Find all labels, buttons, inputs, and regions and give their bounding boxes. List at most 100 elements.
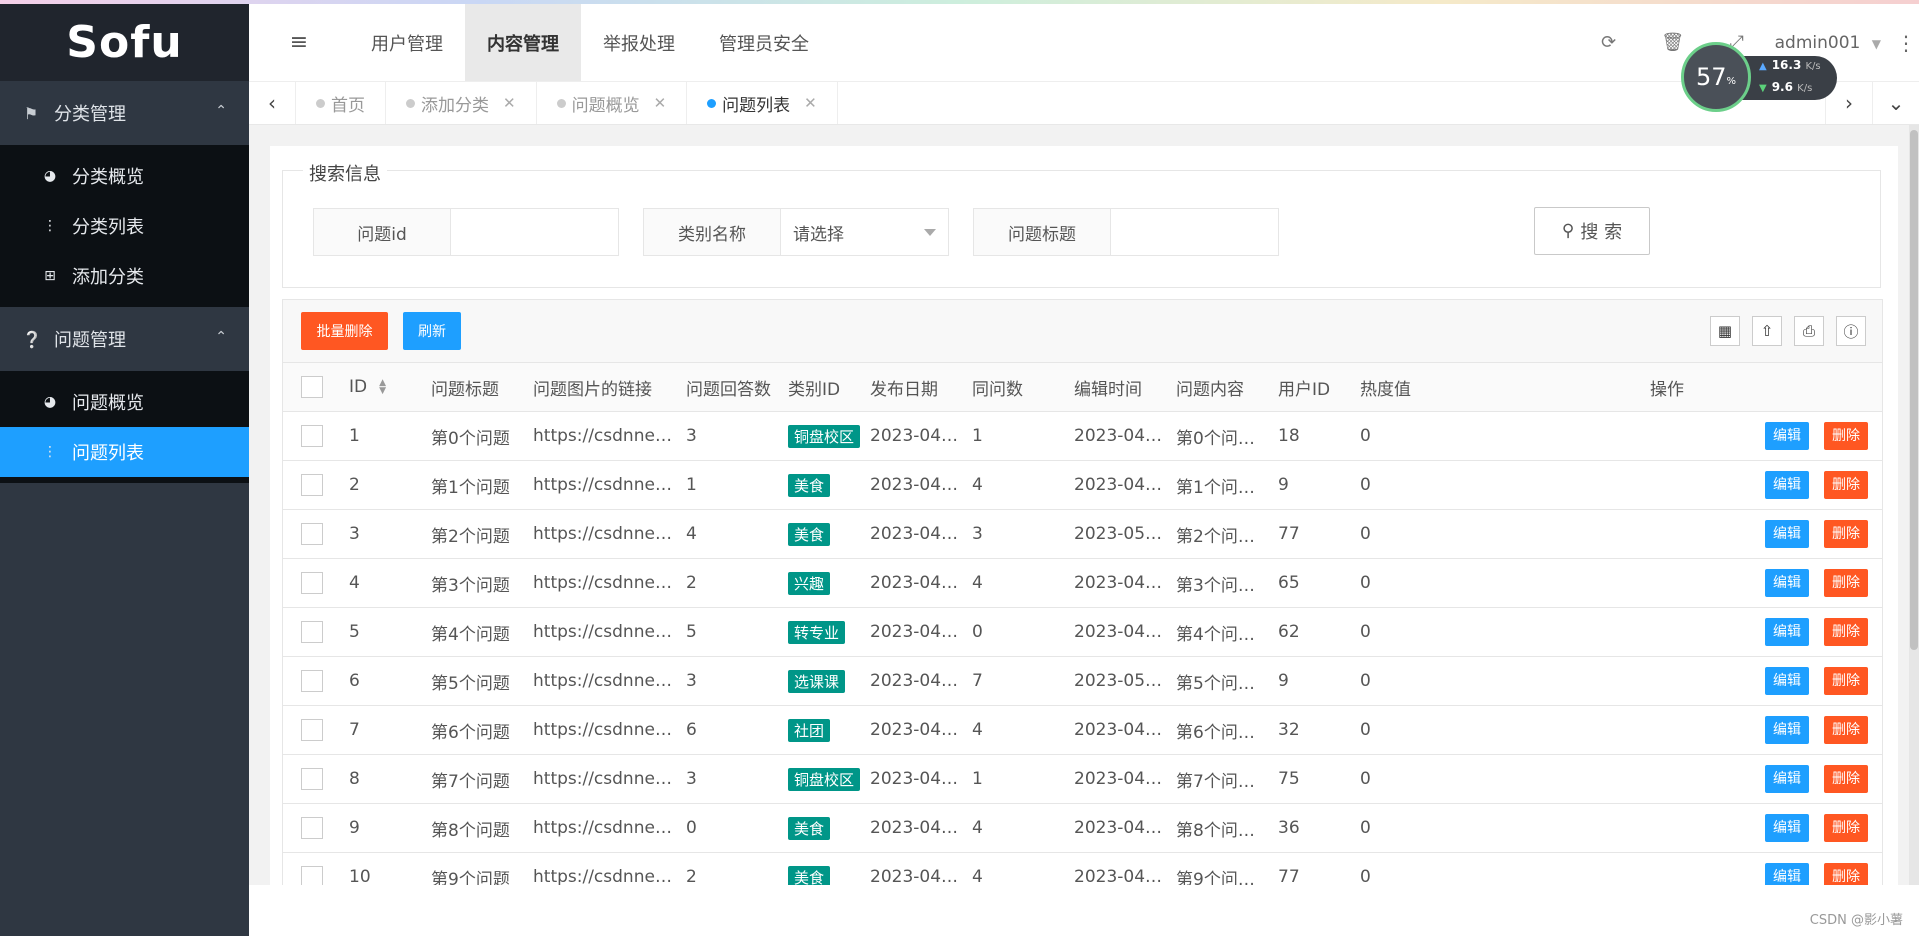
refresh-icon[interactable]: ⟳ — [1577, 32, 1641, 53]
checkbox[interactable] — [301, 817, 323, 839]
top-nav-content-management[interactable]: 内容管理 — [465, 4, 581, 81]
row-select[interactable] — [283, 705, 339, 755]
edit-button[interactable]: 编辑 — [1765, 471, 1809, 499]
cell-heat: 0 — [1350, 803, 1452, 853]
category-name-label: 类别名称 — [644, 209, 781, 255]
sidebar-item-question-list[interactable]: ⋮ 问题列表 — [0, 427, 249, 477]
edit-button[interactable]: 编辑 — [1765, 765, 1809, 793]
column-header-actions: 操作 — [1452, 363, 1882, 412]
row-select[interactable] — [283, 411, 339, 461]
edit-button[interactable]: 编辑 — [1765, 520, 1809, 548]
network-speed-widget[interactable]: 57% ▲ 16.3 K/s ▼ 9.6 K/s — [1681, 42, 1839, 114]
edit-button[interactable]: 编辑 — [1765, 569, 1809, 597]
tab-question-list[interactable]: 问题列表 ✕ — [687, 82, 838, 124]
edit-button[interactable]: 编辑 — [1765, 716, 1809, 744]
row-select[interactable] — [283, 803, 339, 853]
question-id-input[interactable] — [451, 209, 618, 255]
top-header: ≡ 用户管理 内容管理 举报处理 管理员安全 ⟳ 🗑 ⤢ admin001 ▼ … — [249, 4, 1919, 82]
print-icon[interactable]: ⎙ — [1794, 316, 1824, 346]
cell-content: 第2个问题内容 — [1166, 509, 1268, 559]
checkbox[interactable] — [301, 425, 323, 447]
delete-button[interactable]: 删除 — [1824, 618, 1868, 646]
menu-toggle-icon[interactable]: ≡ — [249, 30, 349, 55]
edit-button[interactable]: 编辑 — [1765, 618, 1809, 646]
row-select[interactable] — [283, 558, 339, 608]
export-icon[interactable]: ⇧ — [1752, 316, 1782, 346]
cell-id: 6 — [339, 656, 421, 706]
category-select[interactable]: 请选择 — [781, 209, 948, 255]
delete-button[interactable]: 删除 — [1824, 765, 1868, 793]
delete-button[interactable]: 删除 — [1824, 569, 1868, 597]
refresh-button[interactable]: 刷新 — [403, 312, 461, 350]
checkbox[interactable] — [301, 768, 323, 790]
columns-filter-icon[interactable]: ▦ — [1710, 316, 1740, 346]
cell-id: 3 — [339, 509, 421, 559]
footer: CSDN @影小薯 — [249, 885, 1919, 936]
close-icon[interactable]: ✕ — [503, 94, 516, 112]
delete-button[interactable]: 删除 — [1824, 422, 1868, 450]
header-select-all[interactable] — [283, 363, 339, 412]
row-select[interactable] — [283, 656, 339, 706]
sidebar-item-question-overview[interactable]: ◕ 问题概览 — [0, 377, 249, 427]
info-icon[interactable]: ⓘ — [1836, 316, 1866, 346]
category-tag: 美食 — [788, 522, 831, 546]
delete-button[interactable]: 删除 — [1824, 471, 1868, 499]
row-select[interactable] — [283, 607, 339, 657]
cell-content: 第0个问题内容 — [1166, 411, 1268, 461]
top-nav-admin-security[interactable]: 管理员安全 — [697, 4, 831, 81]
edit-button[interactable]: 编辑 — [1765, 667, 1809, 695]
cell-title: 第3个问题 — [421, 558, 523, 608]
checkbox[interactable] — [301, 376, 323, 398]
sidebar-item-category-list[interactable]: ⋮ 分类列表 — [0, 201, 249, 251]
column-header-heat: 热度值 — [1350, 363, 1452, 412]
row-select[interactable] — [283, 754, 339, 804]
delete-button[interactable]: 删除 — [1824, 716, 1868, 744]
close-icon[interactable]: ✕ — [654, 94, 667, 112]
delete-button[interactable]: 删除 — [1824, 814, 1868, 842]
tabs-scroll-left-icon[interactable]: ‹ — [249, 82, 296, 124]
cell-date: 2023-04-01 — [860, 509, 962, 559]
checkbox[interactable] — [301, 523, 323, 545]
sidebar-item-add-category[interactable]: ⊞ 添加分类 — [0, 251, 249, 301]
cell-link: https://csdnnews.blob.core — [523, 460, 676, 510]
checkbox[interactable] — [301, 670, 323, 692]
top-nav-report-handling[interactable]: 举报处理 — [581, 4, 697, 81]
sidebar-group-question[interactable]: ❔ 问题管理 ⌃ — [0, 307, 249, 371]
sort-icon[interactable]: ▲ ▼ — [379, 379, 386, 396]
top-nav-user-management[interactable]: 用户管理 — [349, 4, 465, 81]
more-vertical-icon[interactable]: ⋮ — [1893, 31, 1919, 55]
page-scrollbar-thumb[interactable] — [1910, 130, 1918, 650]
cell-id: 8 — [339, 754, 421, 804]
tab-add-category[interactable]: 添加分类 ✕ — [386, 82, 537, 124]
column-header-id[interactable]: ID ▲ ▼ — [339, 363, 421, 412]
question-title-input[interactable] — [1111, 209, 1278, 255]
sidebar-group-label: 分类管理 — [54, 104, 126, 125]
delete-button[interactable]: 删除 — [1824, 667, 1868, 695]
cell-same: 0 — [962, 607, 1064, 657]
cell-user: 9 — [1268, 656, 1350, 706]
question-id-field: 问题id — [313, 208, 619, 256]
row-select[interactable] — [283, 509, 339, 559]
tab-question-overview[interactable]: 问题概览 ✕ — [537, 82, 688, 124]
sidebar-group-category[interactable]: ⚑ 分类管理 ⌃ — [0, 81, 249, 145]
category-tag: 兴趣 — [788, 571, 831, 595]
search-button[interactable]: ⚲ 搜 索 — [1534, 207, 1650, 255]
cell-edit: 2023-04-02 — [1064, 607, 1166, 657]
edit-button[interactable]: 编辑 — [1765, 422, 1809, 450]
checkbox[interactable] — [301, 474, 323, 496]
cell-cat: 铜盘校区 — [778, 754, 860, 804]
checkbox[interactable] — [301, 572, 323, 594]
delete-button[interactable]: 删除 — [1824, 520, 1868, 548]
sidebar-item-category-overview[interactable]: ◕ 分类概览 — [0, 151, 249, 201]
checkbox[interactable] — [301, 719, 323, 741]
cell-content: 第8个问题内容 — [1166, 803, 1268, 853]
close-icon[interactable]: ✕ — [804, 94, 817, 112]
cell-id: 2 — [339, 460, 421, 510]
tab-home[interactable]: 首页 — [296, 82, 386, 124]
batch-delete-button[interactable]: 批量删除 — [301, 312, 388, 350]
row-select[interactable] — [283, 460, 339, 510]
edit-button[interactable]: 编辑 — [1765, 814, 1809, 842]
checkbox[interactable] — [301, 621, 323, 643]
tabs-menu-chevron-down-icon[interactable]: ⌄ — [1872, 82, 1919, 124]
cell-cat: 转专业 — [778, 607, 860, 657]
